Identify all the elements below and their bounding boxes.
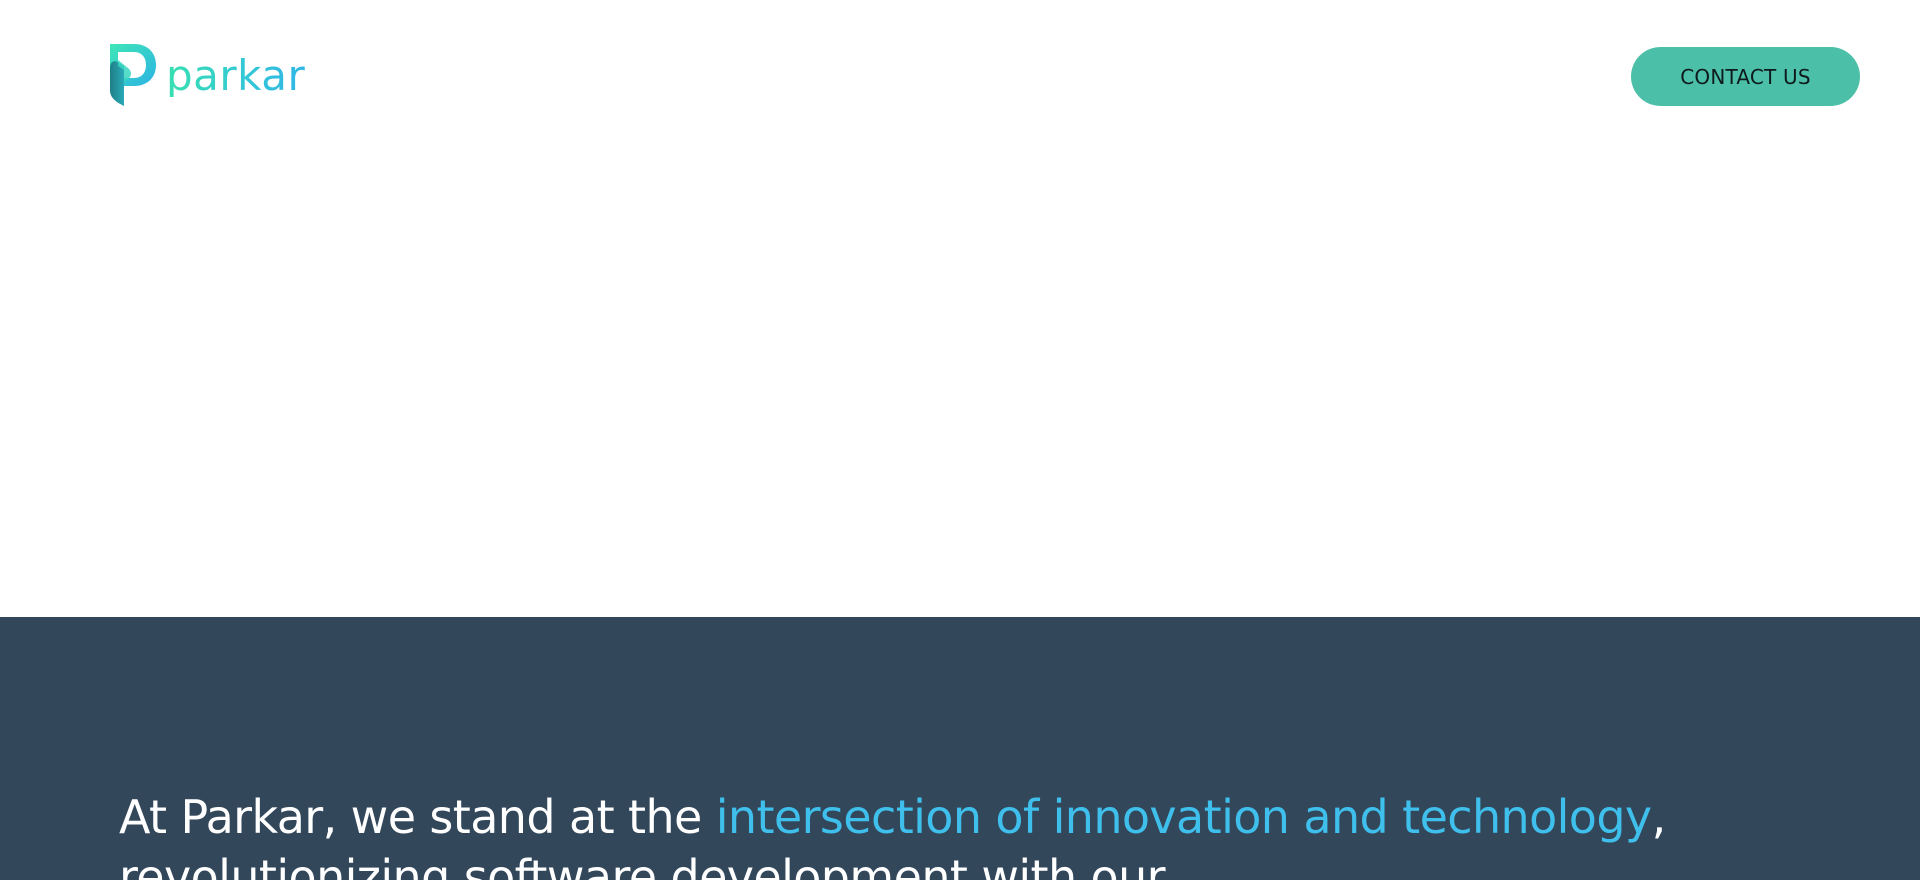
contact-us-button[interactable]: CONTACT US <box>1631 47 1860 106</box>
parkar-p-icon <box>110 44 156 106</box>
about-section: At Parkar, we stand at the intersection … <box>0 617 1920 880</box>
about-intro-text: At Parkar, we stand at the <box>119 790 716 844</box>
logo-wordmark: parkar <box>166 51 306 100</box>
parkar-logo[interactable]: parkar <box>106 40 305 108</box>
site-header: parkar CONTACT US <box>0 0 1920 617</box>
about-paragraph: At Parkar, we stand at the intersection … <box>119 787 1779 880</box>
about-highlight-text: intersection of innovation and technolog… <box>715 790 1652 844</box>
